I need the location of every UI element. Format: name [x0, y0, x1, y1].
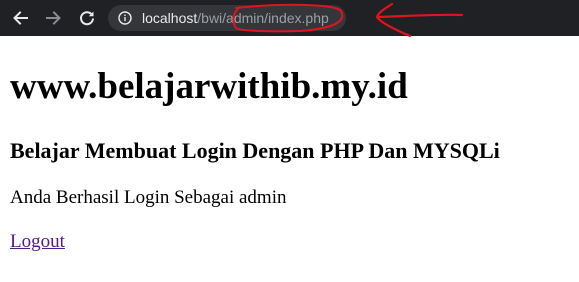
login-status-message: Anda Berhasil Login Sebagai admin — [10, 187, 287, 208]
info-icon[interactable] — [118, 11, 132, 25]
logout-link[interactable]: Logout — [10, 231, 65, 253]
page-content: www.belajarwithib.my.id Belajar Membuat … — [0, 36, 579, 282]
address-bar[interactable]: localhost/bwi/admin/index.php — [108, 5, 346, 31]
forward-arrow-icon — [46, 11, 61, 25]
url-path: /bwi/admin/index.php — [197, 10, 329, 26]
page-subtitle: Belajar Membuat Login Dengan PHP Dan MYS… — [10, 138, 500, 163]
browser-toolbar: localhost/bwi/admin/index.php — [0, 0, 579, 36]
back-arrow-icon — [13, 11, 28, 25]
forward-button[interactable] — [44, 8, 64, 28]
site-title: www.belajarwithib.my.id — [10, 66, 408, 107]
url-text[interactable]: localhost/bwi/admin/index.php — [142, 9, 329, 27]
reload-button[interactable] — [77, 8, 97, 28]
back-button[interactable] — [10, 8, 30, 28]
url-host: localhost — [142, 10, 198, 26]
reload-icon — [80, 11, 94, 26]
